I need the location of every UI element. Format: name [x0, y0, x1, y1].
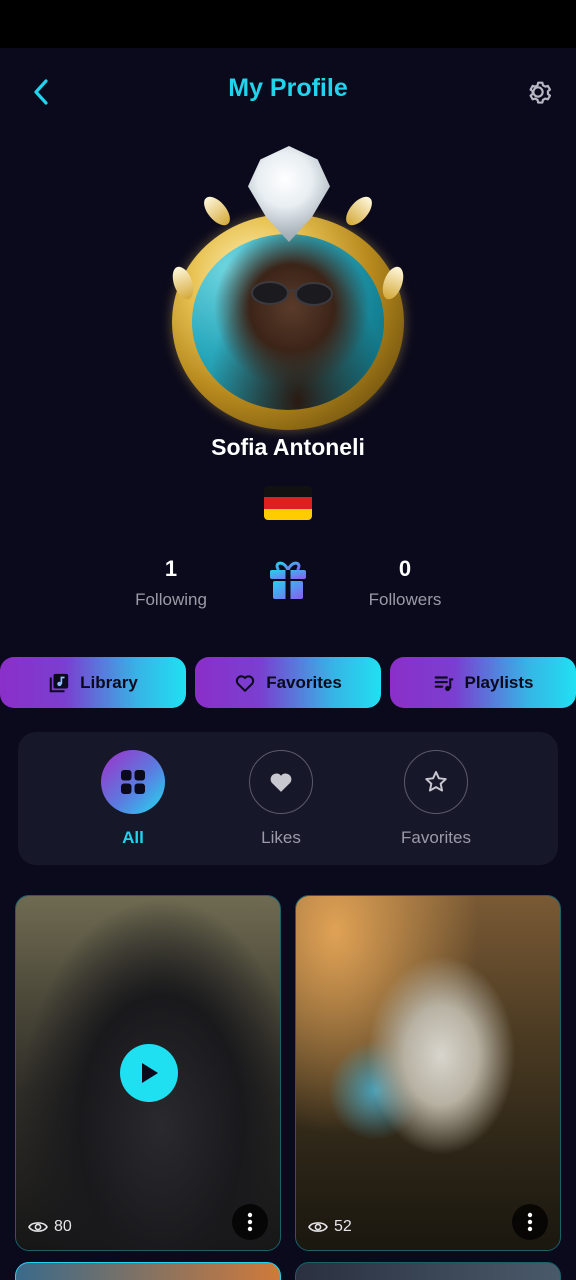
playlists-label: Playlists [464, 672, 534, 692]
filter-favorites-circle [404, 750, 468, 814]
eye-icon [308, 1222, 328, 1232]
heart-icon [236, 674, 255, 692]
more-vertical-icon [527, 1212, 533, 1232]
view-count-value: 52 [334, 1218, 352, 1235]
post-card-peek[interactable] [295, 1262, 561, 1280]
following-stat[interactable]: 1 Following [91, 556, 251, 610]
grid-icon [121, 770, 145, 794]
more-vertical-icon [247, 1212, 253, 1232]
filter-favorites[interactable]: Favorites [376, 750, 496, 848]
filter-likes-circle [249, 750, 313, 814]
settings-button[interactable] [518, 72, 558, 112]
library-label: Library [80, 672, 138, 692]
filter-all-circle [101, 750, 165, 814]
filter-likes-label: Likes [261, 828, 301, 847]
post-card-peek[interactable] [15, 1262, 281, 1280]
avatar-photo [192, 234, 384, 410]
sunglasses [251, 281, 333, 306]
frame-leaf [199, 192, 235, 230]
post-card-video[interactable]: 80 [15, 895, 281, 1251]
eye-icon [28, 1222, 48, 1232]
more-options-button[interactable] [512, 1204, 548, 1240]
followers-label: Followers [368, 590, 442, 609]
post-card-image[interactable]: 52 [295, 895, 561, 1251]
view-count: 80 [28, 1218, 72, 1236]
playlist-icon [434, 675, 453, 691]
gear-icon [529, 81, 552, 104]
page-title: My Profile [228, 74, 348, 102]
filter-all-label: All [122, 828, 144, 847]
heart-icon [270, 773, 292, 792]
frame-leaf [341, 192, 377, 230]
avatar[interactable] [168, 146, 408, 430]
star-icon [425, 771, 447, 792]
germany-flag-icon [264, 486, 312, 520]
playlists-button[interactable]: Playlists [390, 657, 576, 708]
filter-panel: All Likes Favorites [18, 732, 558, 865]
filter-likes[interactable]: Likes [221, 750, 341, 848]
filter-favorites-label: Favorites [401, 828, 471, 847]
play-icon [142, 1063, 158, 1083]
favorites-button[interactable]: Favorites [195, 657, 381, 708]
favorites-label: Favorites [266, 672, 342, 692]
status-bar [0, 0, 576, 48]
profile-name: Sofia Antoneli [211, 434, 365, 460]
followers-count: 0 [398, 556, 412, 581]
filter-all[interactable]: All [73, 750, 193, 848]
library-button[interactable]: Library [0, 657, 186, 708]
view-count-value: 80 [54, 1218, 72, 1235]
header: My Profile [0, 48, 576, 132]
more-options-button[interactable] [232, 1204, 268, 1240]
library-icon [49, 673, 69, 692]
gift-icon[interactable] [266, 558, 310, 602]
play-button[interactable] [120, 1044, 178, 1102]
following-count: 1 [164, 556, 178, 581]
followers-stat[interactable]: 0 Followers [325, 556, 485, 610]
view-count: 52 [308, 1218, 352, 1236]
following-label: Following [135, 590, 207, 609]
